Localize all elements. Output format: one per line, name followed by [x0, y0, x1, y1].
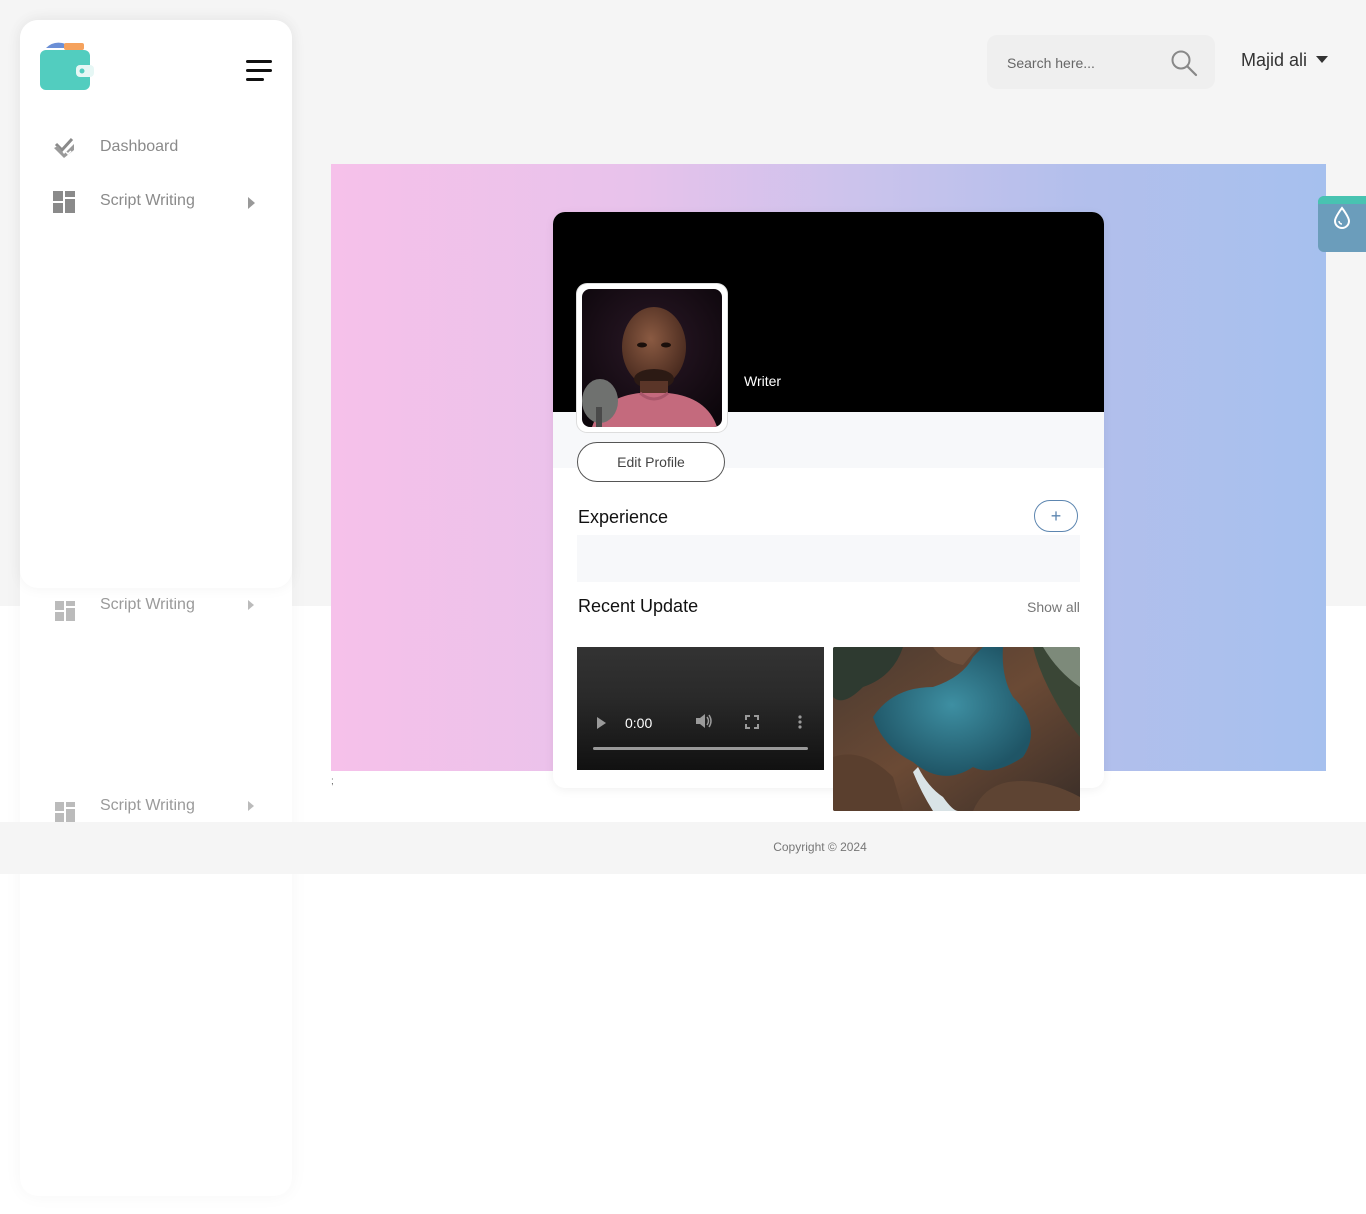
dashboard-check-icon [54, 137, 74, 158]
water-drop-icon [1333, 206, 1351, 229]
recent-update-title: Recent Update [578, 596, 699, 616]
video-progress-bar[interactable] [593, 747, 808, 750]
search-box [987, 35, 1215, 89]
edit-profile-button[interactable]: Edit Profile [577, 442, 725, 482]
hamburger-menu-icon[interactable] [246, 60, 272, 84]
chevron-right-icon [248, 801, 254, 811]
avatar-image [582, 289, 722, 427]
stray-text: ; [331, 776, 334, 787]
search-input[interactable] [1005, 51, 1159, 75]
user-name: Majid ali [1241, 50, 1308, 70]
video-time: 0:00 [625, 715, 653, 731]
grid-layout-icon [53, 191, 75, 213]
volume-icon[interactable] [695, 713, 713, 729]
search-icon[interactable] [1170, 49, 1198, 77]
ghost-sidebar-item: Script Writing [54, 598, 264, 622]
play-icon[interactable] [597, 717, 606, 729]
ghost-item-label: Script Writing [100, 598, 195, 613]
add-experience-button[interactable]: + [1034, 500, 1078, 532]
experience-list [577, 535, 1080, 582]
caret-down-icon [1316, 56, 1329, 64]
experience-title: Experience [578, 507, 669, 527]
widget-accent-bar [1318, 196, 1366, 204]
sidebar-item-label: Dashboard [100, 138, 179, 155]
video-player[interactable]: 0:00 [577, 647, 824, 770]
chevron-right-icon [248, 197, 255, 209]
theme-toggle-widget[interactable] [1318, 196, 1366, 252]
sidebar-item-label: Script Writing [100, 192, 195, 209]
sidebar-item-dashboard[interactable]: Dashboard [52, 134, 266, 162]
ghost-sidebar-item: Script Writing [54, 799, 264, 823]
more-options-icon[interactable] [797, 715, 803, 729]
sidebar-item-script-writing[interactable]: Script Writing [52, 188, 266, 216]
profile-role: Writer [744, 373, 782, 389]
recent-update-image[interactable] [833, 647, 1080, 811]
chevron-right-icon [248, 600, 254, 610]
fullscreen-icon[interactable] [745, 715, 759, 729]
avatar[interactable] [577, 284, 727, 432]
user-menu[interactable]: Majid ali [1241, 50, 1329, 74]
copyright-text: Copyright © 2024 [773, 840, 867, 854]
grid-layout-icon [55, 601, 75, 621]
sidebar: Dashboard Script Writing [20, 20, 292, 588]
wallet-icon[interactable] [40, 38, 94, 92]
show-all-link[interactable]: Show all [1027, 599, 1080, 615]
ghost-item-label: Script Writing [100, 799, 195, 814]
grid-layout-icon [55, 802, 75, 822]
